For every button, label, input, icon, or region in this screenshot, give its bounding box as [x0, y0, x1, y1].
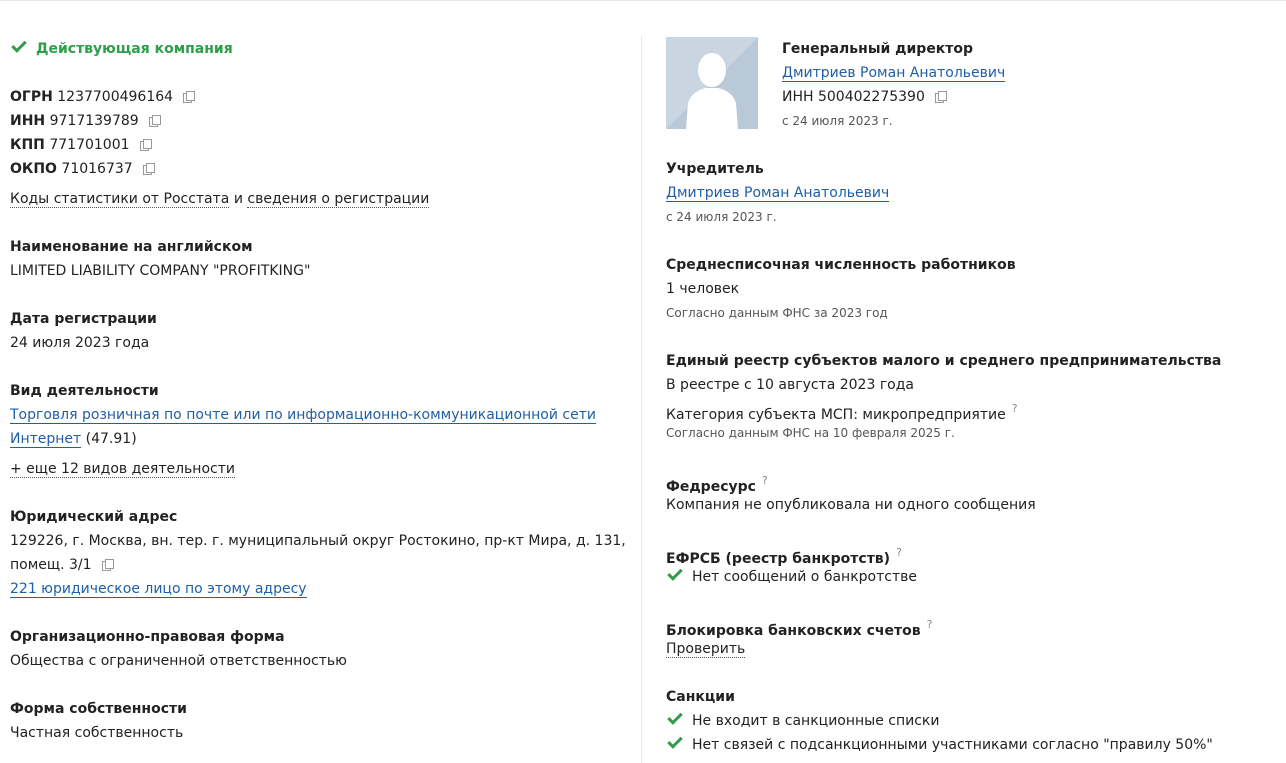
more-activities: + еще 12 видов деятельности: [10, 459, 235, 479]
more-activities-link[interactable]: + еще 12 видов деятельности: [10, 461, 235, 478]
ownership-value: Частная собственность: [10, 725, 184, 741]
efrsb-status: Нет сообщений о банкротстве: [666, 565, 917, 587]
copy-icon[interactable]: [101, 559, 114, 571]
legal-form-value: Общества с ограниченной ответственностью: [10, 653, 347, 669]
address-line2-text: помещ. 3/1: [10, 557, 92, 573]
okpo-row: ОКПО 71016737: [10, 159, 155, 179]
founder-name-row: Дмитриев Роман Анатольевич: [666, 183, 890, 203]
msp-title: Единый реестр субъектов малого и среднег…: [666, 353, 1222, 369]
copy-icon[interactable]: [148, 115, 161, 127]
check-icon: [11, 37, 27, 53]
msp-line2: Категория субъекта МСП: микропредприятие…: [666, 399, 1018, 425]
ogrn-row: ОГРН 1237700496164: [10, 87, 196, 107]
reg-date-title: Дата регистрации: [10, 311, 157, 327]
address-line2: помещ. 3/1: [10, 555, 114, 575]
founder-since: с 24 июля 2023 г.: [666, 210, 777, 224]
activity-code: (47.91): [85, 431, 137, 447]
sanctions-title: Санкции: [666, 689, 735, 705]
rosstat-codes-link[interactable]: Коды статистики от Росстата: [10, 191, 230, 208]
ownership-title: Форма собственности: [10, 701, 187, 717]
employees-note: Согласно данным ФНС за 2023 год: [666, 306, 888, 320]
kpp-value: 771701001: [49, 137, 130, 153]
status-label: Действующая компания: [36, 41, 233, 57]
check-icon: [667, 733, 683, 749]
ogrn-label: ОГРН: [10, 89, 53, 105]
okpo-value: 71016737: [61, 161, 133, 177]
stats-links: Коды статистики от Росстата и сведения о…: [10, 189, 430, 209]
status-badge: Действующая компания: [10, 37, 233, 59]
employees-value: 1 человек: [666, 281, 740, 297]
check-blocking-link[interactable]: Проверить: [666, 641, 746, 658]
fedresurs-value: Компания не опубликовала ни одного сообщ…: [666, 497, 1036, 513]
efrsb-title: ЕФРСБ (реестр банкротств): [666, 551, 891, 567]
employees-title: Среднесписочная численность работников: [666, 257, 1016, 273]
kpp-row: КПП 771701001: [10, 135, 152, 155]
copy-icon[interactable]: [142, 163, 155, 175]
ogrn-value: 1237700496164: [57, 89, 174, 105]
activity-link[interactable]: Торговля розничная по почте или по инфор…: [10, 407, 596, 424]
efrsb-title-row: ЕФРСБ (реестр банкротств)?: [666, 543, 902, 569]
english-name-title: Наименование на английском: [10, 239, 253, 255]
director-name-row: Дмитриев Роман Анатольевич: [782, 63, 1006, 83]
blocking-title-row: Блокировка банковских счетов?: [666, 615, 932, 641]
activity-line1: Торговля розничная по почте или по инфор…: [10, 405, 596, 425]
blocking-title: Блокировка банковских счетов: [666, 623, 921, 639]
fedresurs-title-row: Федресурс?: [666, 471, 768, 497]
director-avatar: [666, 37, 758, 129]
founder-title: Учредитель: [666, 161, 764, 177]
copy-icon[interactable]: [139, 139, 152, 151]
okpo-label: ОКПО: [10, 161, 57, 177]
question-icon[interactable]: ?: [762, 474, 768, 487]
address-line1: 129226, г. Москва, вн. тер. г. муниципал…: [10, 533, 626, 549]
activity-line2: Интернет (47.91): [10, 429, 137, 449]
kpp-label: КПП: [10, 137, 45, 153]
sanctions-item-1-text: Не входит в санкционные списки: [692, 713, 940, 729]
efrsb-value: Нет сообщений о банкротстве: [692, 569, 917, 585]
fedresurs-title: Федресурс: [666, 479, 756, 495]
sanctions-item-2: Нет связей с подсанкционными участниками…: [666, 733, 1213, 755]
address-title: Юридический адрес: [10, 509, 178, 525]
director-inn-label: ИНН: [782, 89, 814, 105]
question-icon[interactable]: ?: [896, 546, 902, 559]
check-icon: [667, 709, 683, 725]
reg-date-value: 24 июля 2023 года: [10, 335, 150, 351]
address-link-row: 221 юридическое лицо по этому адресу: [10, 579, 307, 599]
same-address-link[interactable]: 221 юридическое лицо по этому адресу: [10, 581, 307, 598]
director-name-link[interactable]: Дмитриев Роман Анатольевич: [782, 65, 1006, 82]
msp-category: Категория субъекта МСП: микропредприятие: [666, 407, 1006, 423]
legal-form-title: Организационно-правовая форма: [10, 629, 285, 645]
inn-row: ИНН 9717139789: [10, 111, 161, 131]
blocking-check-row: Проверить: [666, 639, 746, 659]
top-divider: [0, 0, 1286, 1]
msp-note: Согласно данным ФНС на 10 февраля 2025 г…: [666, 426, 955, 440]
english-name-value: LIMITED LIABILITY COMPANY "PROFITKING": [10, 263, 311, 279]
inn-value: 9717139789: [49, 113, 139, 129]
person-silhouette-icon: [686, 53, 738, 129]
copy-icon[interactable]: [934, 91, 947, 103]
registration-info-link[interactable]: сведения о регистрации: [247, 191, 430, 208]
activity-title: Вид деятельности: [10, 383, 159, 399]
director-inn-value: 500402275390: [817, 89, 925, 105]
sanctions-item-2-text: Нет связей с подсанкционными участниками…: [692, 737, 1213, 753]
founder-name-link[interactable]: Дмитриев Роман Анатольевич: [666, 185, 890, 202]
inn-label: ИНН: [10, 113, 46, 129]
copy-icon[interactable]: [183, 91, 196, 103]
column-divider: [641, 36, 642, 763]
stats-conj: и: [233, 191, 243, 207]
director-inn-row: ИНН 500402275390: [782, 87, 947, 107]
director-title: Генеральный директор: [782, 41, 974, 57]
check-icon: [667, 565, 683, 581]
sanctions-item-1: Не входит в санкционные списки: [666, 709, 940, 731]
director-since: с 24 июля 2023 г.: [782, 114, 893, 128]
msp-line1: В реестре с 10 августа 2023 года: [666, 377, 914, 393]
question-icon[interactable]: ?: [1012, 402, 1018, 415]
activity-link-cont[interactable]: Интернет: [10, 431, 82, 448]
question-icon[interactable]: ?: [927, 618, 933, 631]
